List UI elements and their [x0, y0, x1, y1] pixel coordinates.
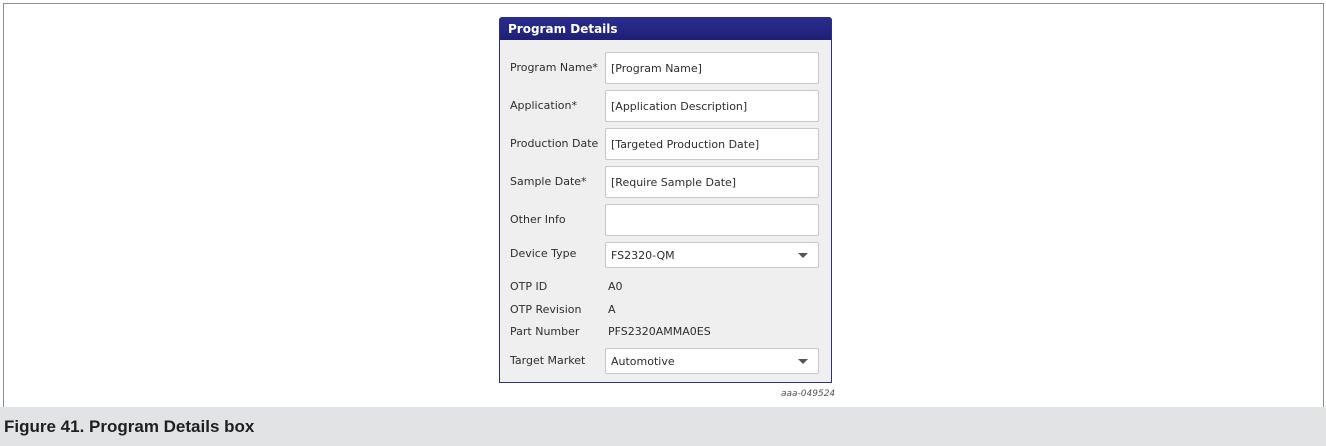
otp-revision-label: OTP Revision	[510, 303, 582, 316]
production-date-value: [Targeted Production Date]	[611, 138, 760, 151]
otp-revision-value: A	[608, 303, 616, 316]
panel-header: Program Details	[500, 18, 831, 40]
program-name-field[interactable]: [Program Name]	[605, 52, 819, 84]
device-type-label: Device Type	[510, 247, 577, 260]
chevron-down-icon[interactable]	[798, 359, 808, 364]
sample-date-field[interactable]: [Require Sample Date]	[605, 166, 819, 198]
program-details-panel: Program Details Program Name* [Program N…	[499, 17, 832, 383]
panel-title: Program Details	[508, 22, 618, 36]
sample-date-label: Sample Date*	[510, 175, 587, 188]
device-type-value: FS2320-QM	[611, 249, 675, 262]
production-date-field[interactable]: [Targeted Production Date]	[605, 128, 819, 160]
target-market-label: Target Market	[510, 354, 586, 367]
figure-caption: Figure 41. Program Details box	[4, 417, 255, 436]
device-type-select[interactable]: FS2320-QM	[605, 242, 819, 268]
program-name-value: [Program Name]	[611, 62, 702, 75]
figure-id: aaa-049524	[781, 389, 836, 399]
program-name-label: Program Name*	[510, 61, 598, 74]
production-date-label: Production Date	[510, 137, 599, 150]
caption-bar: Figure 41. Program Details box	[0, 407, 1326, 446]
sample-date-value: [Require Sample Date]	[611, 176, 737, 189]
application-field[interactable]: [Application Description]	[605, 90, 819, 122]
otp-id-value: A0	[608, 280, 623, 293]
otp-id-label: OTP ID	[510, 280, 548, 293]
other-info-label: Other Info	[510, 213, 566, 226]
chevron-down-icon[interactable]	[798, 253, 808, 258]
target-market-value: Automotive	[611, 355, 675, 368]
application-label: Application*	[510, 99, 577, 112]
application-value: [Application Description]	[611, 100, 748, 113]
other-info-field[interactable]	[605, 204, 819, 236]
target-market-select[interactable]: Automotive	[605, 348, 819, 374]
part-number-value: PFS2320AMMA0ES	[608, 325, 711, 338]
part-number-label: Part Number	[510, 325, 580, 338]
